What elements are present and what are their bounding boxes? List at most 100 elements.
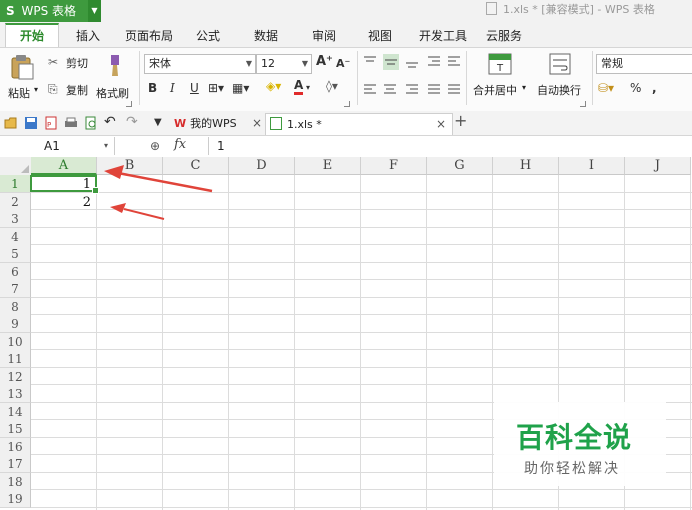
clipboard-launcher-icon[interactable]	[126, 101, 132, 107]
tab-developer[interactable]: 开发工具	[416, 25, 470, 47]
italic-icon[interactable]: I	[170, 80, 175, 96]
increase-font-size-icon[interactable]: A⁺	[316, 54, 333, 70]
cell-reference: A1	[44, 139, 60, 153]
wrap-text-label: 自动换行	[537, 84, 581, 97]
align-top-icon[interactable]	[364, 56, 376, 62]
font-color-icon[interactable]: A	[294, 78, 304, 95]
format-painter-label: 格式刷	[96, 87, 129, 100]
merge-dropdown-icon[interactable]: ▾	[522, 83, 526, 92]
clear-format-icon[interactable]: ◊▾	[326, 78, 338, 94]
align-bottom-icon[interactable]	[406, 62, 418, 68]
comma-style-icon[interactable]: ,	[652, 80, 657, 96]
formula-bar: A1 ▾ ⊕ fx 1	[0, 136, 692, 158]
cut-button[interactable]: ✂ 剪切	[48, 54, 92, 70]
font-name-value: 宋体	[149, 57, 171, 70]
font-color-dropdown-icon[interactable]: ▾	[306, 80, 310, 96]
scissors-icon: ✂	[48, 55, 59, 69]
new-tab-plus-icon[interactable]: +	[454, 113, 467, 129]
tab-home[interactable]: 开始	[5, 23, 59, 49]
tab-my-wps[interactable]: W 我的WPS ×	[174, 113, 262, 134]
font-size-select[interactable]: 12 ▼	[256, 54, 312, 74]
close-icon[interactable]: ×	[252, 113, 262, 134]
tab-formulas[interactable]: 公式	[190, 25, 226, 47]
ribbon-separator	[357, 51, 358, 105]
format-painter-button[interactable]: 格式刷	[94, 52, 134, 104]
open-folder-icon[interactable]	[4, 116, 18, 130]
ribbon-separator	[466, 51, 467, 105]
title-bar: S WPS 表格 ▼ 1.xls * [兼容模式] - WPS 表格	[0, 0, 692, 22]
quick-access-toolbar: P ↶ ↷ ▼ W 我的WPS × 1.xls * × +	[0, 111, 692, 136]
align-right-icon[interactable]	[406, 84, 418, 94]
tab-document[interactable]: 1.xls * ×	[265, 113, 453, 135]
window-title: 1.xls * [兼容模式] - WPS 表格	[486, 0, 655, 22]
number-format-select[interactable]: 常规	[596, 54, 692, 74]
justify-icon[interactable]	[428, 84, 440, 94]
svg-text:P: P	[47, 121, 51, 129]
align-center-icon[interactable]	[384, 84, 396, 94]
distributed-icon[interactable]	[448, 84, 460, 94]
app-menu-dropdown-icon[interactable]: ▼	[88, 0, 101, 22]
wrap-text-icon	[549, 53, 571, 75]
paste-dropdown-icon[interactable]: ▾	[34, 85, 38, 94]
print-icon[interactable]	[64, 116, 78, 130]
chevron-down-icon: ▼	[245, 59, 252, 68]
undo-icon[interactable]: ↶	[104, 114, 116, 130]
ribbon-panel: 粘贴 ▾ ✂ 剪切 ⎘ 复制 格式刷 宋体 ▼ 12 ▼ A⁺ A⁻ B I U…	[0, 47, 692, 112]
export-pdf-icon[interactable]: P	[44, 116, 58, 130]
tab-cloud[interactable]: 云服务	[484, 25, 524, 47]
paste-icon	[11, 55, 34, 80]
font-launcher-icon[interactable]	[344, 101, 350, 107]
file-icon	[486, 2, 497, 15]
watermark-logo: 百科全说 助你轻松解决	[494, 402, 666, 486]
bold-icon[interactable]: B	[148, 80, 157, 96]
red-arrow-icon	[104, 165, 213, 193]
save-icon[interactable]	[24, 116, 38, 130]
svg-text:T: T	[496, 63, 504, 74]
tab-review[interactable]: 审阅	[306, 25, 342, 47]
close-icon[interactable]: ×	[436, 114, 446, 135]
fill-color-icon[interactable]: ◈▾	[266, 78, 281, 94]
vertical-align-icons	[364, 54, 460, 70]
tab-view[interactable]: 视图	[362, 25, 398, 47]
tab-data[interactable]: 数据	[248, 25, 284, 47]
alignment-launcher-icon[interactable]	[580, 101, 586, 107]
wps-logo-icon: S	[6, 4, 15, 18]
tab-page-layout[interactable]: 页面布局	[122, 25, 176, 47]
decrease-font-size-icon[interactable]: A⁻	[336, 56, 350, 72]
brush-icon	[111, 55, 119, 76]
tab-document-label: 1.xls *	[287, 118, 322, 131]
indent-decrease-icon[interactable]	[428, 56, 440, 66]
app-name: WPS 表格	[21, 4, 77, 18]
chevron-down-icon[interactable]: ▾	[104, 137, 108, 155]
chevron-down-icon: ▼	[301, 59, 308, 68]
currency-format-icon[interactable]: ⛁▾	[598, 80, 614, 96]
percent-icon[interactable]: %	[630, 80, 641, 96]
app-menu-button[interactable]: S WPS 表格 ▼	[0, 0, 101, 22]
redo-icon[interactable]: ↷	[126, 114, 138, 130]
name-box[interactable]: A1 ▾	[0, 137, 115, 155]
watermark-subtitle: 助你轻松解决	[524, 461, 620, 477]
paste-button[interactable]: 粘贴 ▾	[4, 52, 40, 104]
red-arrow-icon	[110, 203, 165, 220]
merge-borders-icon[interactable]: ▦▾	[232, 80, 249, 96]
merge-center-label: 合并居中	[473, 84, 517, 97]
indent-increase-icon[interactable]	[448, 56, 460, 66]
merge-center-button[interactable]: T 合并居中 ▾	[470, 50, 530, 106]
font-name-select[interactable]: 宋体 ▼	[144, 54, 256, 74]
tab-insert[interactable]: 插入	[70, 25, 106, 47]
print-preview-icon[interactable]	[84, 116, 98, 130]
zoom-lookup-icon[interactable]: ⊕	[150, 138, 160, 154]
underline-icon[interactable]: U	[190, 80, 199, 96]
formula-input[interactable]: 1	[208, 137, 692, 155]
customize-toolbar-icon[interactable]: ▼	[154, 115, 162, 131]
paste-label: 粘贴	[8, 87, 30, 100]
function-fx-icon[interactable]: fx	[174, 137, 186, 152]
copy-icon: ⎘	[48, 82, 58, 96]
copy-button[interactable]: ⎘ 复制	[48, 81, 92, 97]
copy-label: 复制	[66, 84, 88, 97]
borders-icon[interactable]: ⊞▾	[208, 80, 224, 96]
ribbon-separator	[592, 51, 593, 105]
wrap-text-button[interactable]: 自动换行	[534, 50, 588, 106]
watermark-title: 百科全说	[516, 421, 633, 454]
align-left-icon[interactable]	[364, 84, 376, 94]
